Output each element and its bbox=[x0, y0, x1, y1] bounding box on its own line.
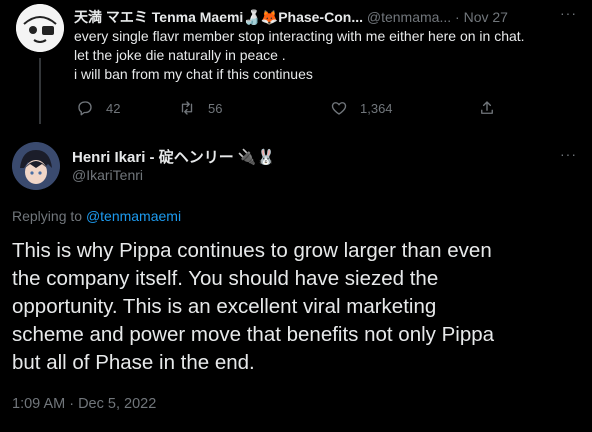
reply-timestamp[interactable]: 1:09 AM · Dec 5, 2022 bbox=[12, 396, 156, 412]
avatar-image bbox=[12, 142, 60, 190]
parent-display-name[interactable]: 天満 マエミ Tenma Maemi🍶🦊Phase-Con... bbox=[74, 9, 363, 25]
reply-text-line: the company itself. You should have siez… bbox=[12, 267, 439, 290]
more-icon[interactable]: ··· bbox=[560, 5, 577, 21]
reply-button[interactable]: 42 bbox=[76, 99, 120, 117]
reply-handle[interactable]: @IkariTenri bbox=[72, 167, 143, 183]
reply-text-line: scheme and power move that benefits not … bbox=[12, 323, 495, 346]
more-icon[interactable]: ··· bbox=[560, 146, 577, 162]
replying-to-handle-link[interactable]: @tenmamaemi bbox=[86, 208, 181, 224]
like-icon bbox=[331, 102, 347, 115]
reply-tweet-header: Henri Ikari - 碇ヘンリー 🔌🐰 bbox=[72, 146, 275, 167]
replying-to-label: Replying to bbox=[12, 208, 83, 224]
parent-tweet-actions: 42 56 1,364 bbox=[74, 99, 494, 119]
parent-separator: · bbox=[455, 9, 460, 25]
reply-display-name[interactable]: Henri Ikari - 碇ヘンリー 🔌🐰 bbox=[72, 149, 275, 166]
parent-date[interactable]: Nov 27 bbox=[464, 9, 508, 25]
reply-text-line: This is why Pippa continues to grow larg… bbox=[12, 239, 492, 262]
parent-handle[interactable]: @tenmama... bbox=[367, 9, 451, 25]
thread-connector-line bbox=[39, 58, 41, 124]
avatar-image bbox=[16, 4, 64, 52]
reply-icon bbox=[78, 101, 92, 116]
share-icon bbox=[481, 101, 493, 114]
reply-text-line: but all of Phase in the end. bbox=[12, 351, 255, 374]
parent-text-line: let the joke die naturally in peace . bbox=[74, 47, 286, 63]
avatar-henri[interactable] bbox=[12, 142, 60, 190]
retweet-count: 56 bbox=[208, 100, 223, 116]
reply-count: 42 bbox=[106, 100, 121, 116]
share-button[interactable] bbox=[478, 99, 496, 117]
reply-text-line: opportunity. This is an excellent viral … bbox=[12, 295, 437, 318]
like-count: 1,364 bbox=[360, 100, 393, 116]
avatar-tenma[interactable] bbox=[16, 4, 64, 52]
parent-tweet-text: every single flavr member stop interacti… bbox=[74, 27, 574, 84]
like-button[interactable]: 1,364 bbox=[330, 99, 393, 117]
parent-text-line: i will ban from my chat if this continue… bbox=[74, 66, 313, 82]
retweet-button[interactable]: 56 bbox=[178, 99, 222, 117]
parent-text-line: every single flavr member stop interacti… bbox=[74, 28, 525, 44]
retweet-icon bbox=[181, 101, 193, 115]
reply-tweet-text: This is why Pippa continues to grow larg… bbox=[12, 237, 587, 377]
replying-to: Replying to @tenmamaemi bbox=[12, 208, 181, 224]
parent-tweet-header: 天満 マエミ Tenma Maemi🍶🦊Phase-Con... @tenmam… bbox=[74, 7, 552, 25]
